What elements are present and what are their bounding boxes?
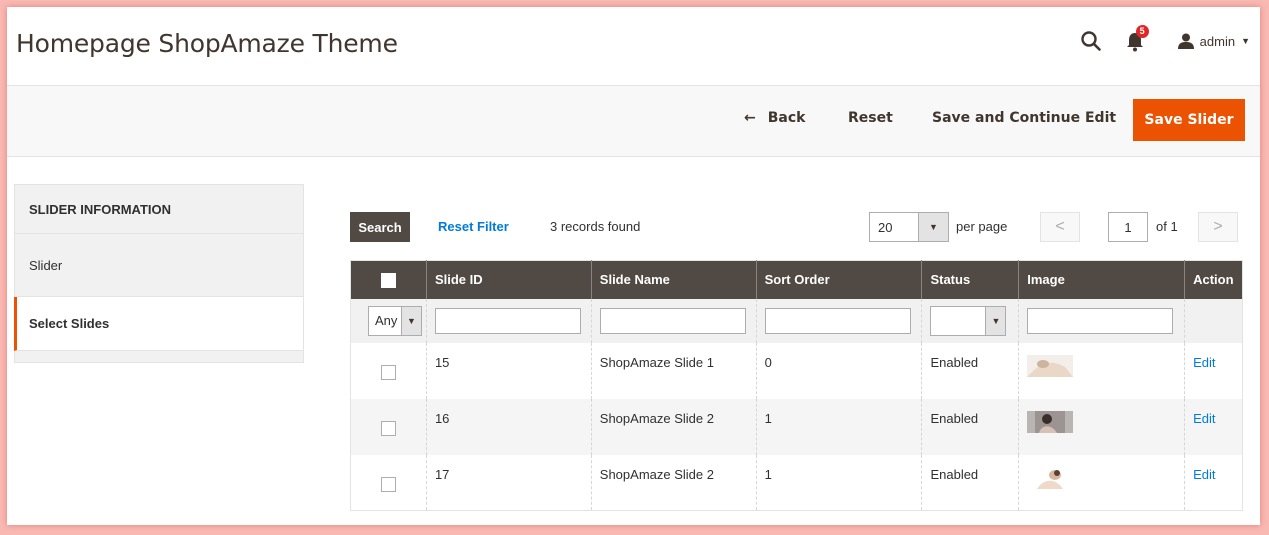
records-found: 3 records found [550,219,641,234]
filter-sort-order-input[interactable] [764,307,911,334]
row-select-cell [351,343,427,399]
edit-link[interactable]: Edit [1193,467,1215,482]
sidebar-item-select-slides[interactable]: Select Slides [14,297,304,351]
edit-link[interactable]: Edit [1193,411,1215,426]
table-row[interactable]: 17 ShopAmaze Slide 2 1 Enabled Edit [350,454,1243,511]
arrow-left-icon: ← [744,110,756,126]
filter-image-input[interactable] [1027,307,1174,334]
filter-slide-name-input[interactable] [599,307,746,334]
next-page-button[interactable]: > [1198,212,1238,242]
notification-badge: 5 [1135,25,1149,38]
column-header-image[interactable]: Image [1018,260,1185,299]
grid-controls: Search Reset Filter 3 records found 20 ▼… [350,212,1243,242]
reset-button[interactable]: Reset [848,110,893,126]
select-all-checkbox[interactable] [380,272,396,288]
slide-thumbnail [1027,466,1074,489]
column-header-slide-name[interactable]: Slide Name [590,260,757,299]
user-name: admin [1199,33,1236,49]
filter-status-select[interactable]: ▼ [930,305,1007,336]
page-total: of 1 [1156,219,1178,234]
search-icon[interactable] [1080,30,1102,52]
column-header-status[interactable]: Status [921,260,1019,299]
column-header-slide-id[interactable]: Slide ID [425,260,592,299]
row-select-cell [350,398,427,455]
chevron-right-icon: > [1213,218,1223,235]
previous-page-button[interactable]: < [1040,212,1080,242]
notifications-button[interactable]: 5 [1126,25,1156,53]
action-cell: Edit [1184,398,1243,455]
slides-grid: Slide ID Slide Name Sort Order Status Im… [350,260,1243,511]
status-cell: Enabled [921,398,1019,455]
slide-id-cell: 17 [425,454,592,511]
slide-thumbnail [1027,354,1074,377]
user-icon [1177,33,1194,49]
current-page-input[interactable] [1108,212,1148,242]
column-header-action: Action [1184,260,1243,299]
page-actions-bar: ← Back Reset Save and Continue Edit Save … [7,85,1260,157]
filter-cell-slide-id [425,298,592,343]
per-page-label: per page [956,219,1008,234]
reset-filter-link[interactable]: Reset Filter [438,219,509,234]
back-button[interactable]: ← Back [744,110,805,126]
status-cell: Enabled [921,454,1019,511]
filter-cell-sort-order [755,298,922,343]
row-checkbox[interactable] [380,420,396,436]
chevron-down-icon: ▼ [918,213,948,241]
page-header: Homepage ShopAmaze Theme 5 admin ▼ [7,7,1260,85]
save-slider-button[interactable]: Save Slider [1133,99,1245,141]
slide-name-cell: ShopAmaze Slide 2 [590,398,757,455]
slide-id-cell: 15 [425,342,592,399]
action-cell: Edit [1184,342,1243,399]
slide-name-cell: ShopAmaze Slide 2 [590,454,757,511]
image-cell [1018,342,1185,399]
filter-cell-status: ▼ [921,298,1019,343]
filter-slide-id-input[interactable] [434,307,581,334]
select-all-header[interactable] [350,260,427,299]
chevron-left-icon: < [1055,218,1065,235]
sort-order-cell: 1 [755,398,922,455]
table-row[interactable]: 15 ShopAmaze Slide 1 0 Enabled Edit [351,342,1243,399]
filter-select-any[interactable]: Any ▼ [368,305,422,336]
sidebar-footer [14,351,304,363]
filter-cell-action [1184,298,1243,343]
row-checkbox[interactable] [380,476,396,492]
page-title: Homepage ShopAmaze Theme [16,29,398,58]
per-page-select[interactable]: 20 ▼ [869,212,949,242]
action-cell: Edit [1184,454,1243,511]
filter-cell-slide-name [590,298,757,343]
sort-order-cell: 1 [755,454,922,511]
filter-any-value: Any [375,313,398,328]
sidebar-item-slider[interactable]: Slider [14,234,304,297]
per-page-value: 20 [878,219,893,235]
row-select-cell [350,454,427,511]
filter-row: Any ▼ ▼ [350,298,1243,343]
chevron-down-icon: ▼ [401,306,421,335]
save-and-continue-button[interactable]: Save and Continue Edit [932,110,1116,126]
chevron-down-icon: ▼ [985,306,1006,335]
row-checkbox[interactable] [380,364,396,380]
filter-cell-select: Any ▼ [350,298,427,343]
slide-thumbnail [1027,410,1074,433]
filter-cell-image [1018,298,1185,343]
table-row[interactable]: 16 ShopAmaze Slide 2 1 Enabled Edit [350,398,1243,455]
slide-id-cell: 16 [425,398,592,455]
slide-name-cell: ShopAmaze Slide 1 [590,342,757,399]
column-header-sort-order[interactable]: Sort Order [755,260,922,299]
image-cell [1018,454,1185,511]
table-header-row: Slide ID Slide Name Sort Order Status Im… [350,260,1243,299]
account-menu[interactable]: admin ▼ [1177,33,1250,49]
back-label: Back [767,110,806,126]
image-cell [1018,398,1185,455]
search-button[interactable]: Search [350,212,410,242]
status-cell: Enabled [921,342,1019,399]
header-actions: 5 admin ▼ [1080,25,1250,53]
sort-order-cell: 0 [755,342,922,399]
caret-down-icon: ▼ [1241,36,1250,46]
sidebar: SLIDER INFORMATION Slider Select Slides [14,184,304,363]
admin-page: Homepage ShopAmaze Theme 5 admin ▼ ← Back… [7,7,1260,525]
sidebar-title: SLIDER INFORMATION [14,184,304,234]
edit-link[interactable]: Edit [1193,355,1215,370]
